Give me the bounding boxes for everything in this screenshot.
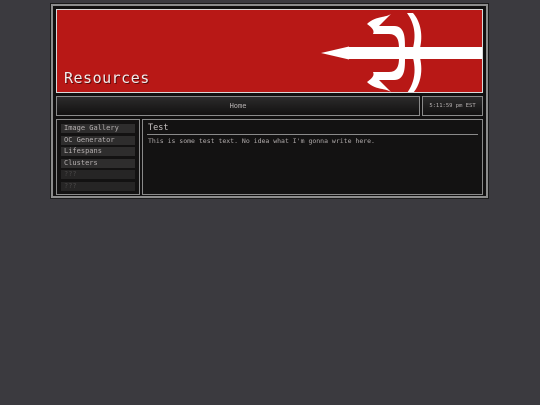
nav-bar: Home [56, 96, 420, 116]
sidebar-item-clusters[interactable]: Clusters [61, 158, 135, 168]
clock-display: 5:11:59 pm EST [422, 96, 483, 116]
sidebar-item-unknown-2[interactable]: ??? [61, 181, 135, 191]
nav-home-link[interactable]: Home [230, 102, 247, 110]
page-frame: Resources Home 5:11:59 pm EST Image Gall… [51, 4, 488, 198]
header-banner: Resources [56, 9, 483, 93]
sidebar-item-unknown-1[interactable]: ??? [61, 170, 135, 179]
sidebar-item-image-gallery[interactable]: Image Gallery [61, 124, 135, 133]
site-title: Resources [64, 69, 150, 87]
content-body: This is some test text. No idea what I'm… [148, 137, 375, 145]
sidebar-item-lifespans[interactable]: Lifespans [61, 147, 135, 156]
trident-icon [321, 13, 482, 92]
sidebar-item-oc-generator[interactable]: OC Generator [61, 135, 135, 145]
content-title: Test [147, 123, 478, 135]
sidebar: Image Gallery OC Generator Lifespans Clu… [56, 119, 140, 195]
main-content: Test This is some test text. No idea wha… [142, 119, 483, 195]
